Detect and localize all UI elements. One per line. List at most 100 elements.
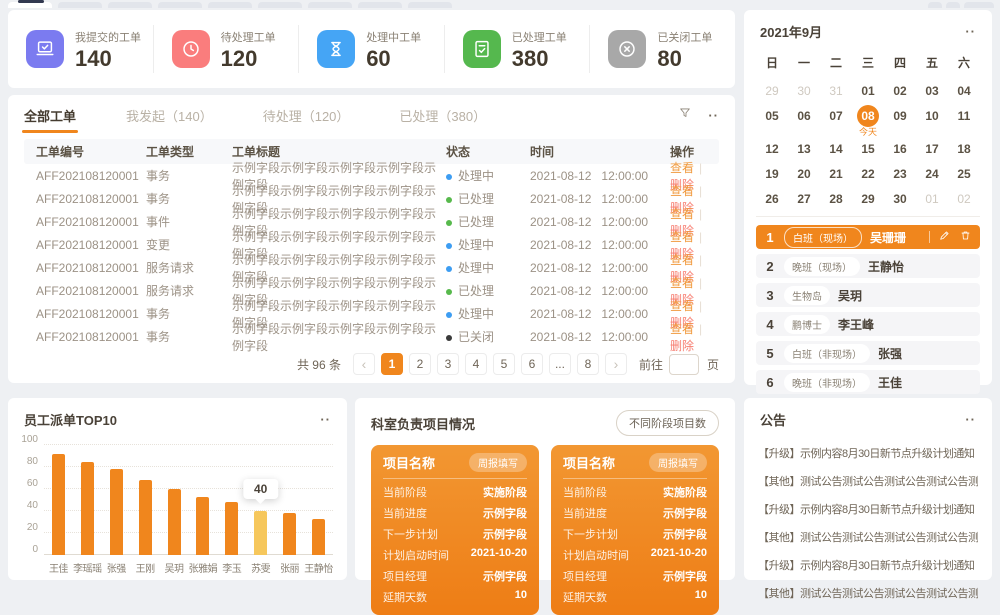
page-button-1[interactable]: 1 — [381, 353, 403, 375]
calendar-day[interactable]: 12 — [756, 137, 788, 162]
roster-row[interactable]: 4鹏博士李王峰 — [756, 312, 980, 336]
stat-card[interactable]: 待处理工单120 — [153, 25, 299, 73]
calendar-day[interactable]: 01 — [852, 79, 884, 104]
notice-item[interactable]: 【其他】测试公告测试公告测试公告测试公告测试公告 — [758, 529, 978, 545]
trash-icon[interactable] — [959, 229, 972, 245]
calendar-day[interactable]: 24 — [916, 162, 948, 187]
weekly-report-badge[interactable]: 周报填写 — [649, 453, 707, 472]
calendar-day[interactable]: 02 — [884, 79, 916, 104]
view-link[interactable]: 查看 — [670, 207, 694, 221]
filter-funnel-icon[interactable] — [678, 106, 692, 125]
calendar-day[interactable]: 23 — [884, 162, 916, 187]
page-button-3[interactable]: 3 — [437, 353, 459, 375]
calendar-day[interactable]: 26 — [756, 187, 788, 212]
roster-row[interactable]: 3生物岛吴玥 — [756, 283, 980, 307]
notice-item[interactable]: 【其他】测试公告测试公告测试公告测试公告测试公告 — [758, 473, 978, 489]
bar-王佳[interactable] — [52, 454, 65, 555]
calendar-day[interactable]: 14 — [820, 137, 852, 162]
calendar-day[interactable]: 03 — [916, 79, 948, 104]
view-link[interactable]: 查看 — [670, 322, 694, 336]
calendar-day[interactable]: 11 — [948, 104, 980, 137]
calendar-day[interactable]: 09 — [884, 104, 916, 137]
calendar-day[interactable]: 02 — [948, 187, 980, 212]
bar-王静怡[interactable] — [312, 519, 325, 555]
bar-苏雯[interactable] — [254, 511, 267, 555]
calendar-day[interactable]: 05 — [756, 104, 788, 137]
calendar-day[interactable]: 06 — [788, 104, 820, 137]
view-link[interactable]: 查看 — [670, 230, 694, 244]
project-card[interactable]: 项目名称周报填写当前阶段实施阶段当前进度示例字段下一步计划示例字段计划启动时间2… — [551, 445, 719, 615]
calendar-day[interactable]: 04 — [948, 79, 980, 104]
view-link[interactable]: 查看 — [670, 253, 694, 267]
bar-张雅娟[interactable] — [196, 497, 209, 555]
calendar-day-today[interactable]: 08今天 — [852, 104, 884, 137]
notice-item[interactable]: 【升级】示例内容8月30日新节点升级计划通知 — [758, 501, 978, 517]
stat-card[interactable]: 已关闭工单80 — [589, 25, 735, 73]
bar-张强[interactable] — [110, 469, 123, 555]
stat-card[interactable]: 已处理工单380 — [444, 25, 590, 73]
browser-tab[interactable] — [58, 2, 102, 8]
page-button-5[interactable]: 5 — [493, 353, 515, 375]
roster-row[interactable]: 1白班（现场）吴珊珊 — [756, 225, 980, 249]
prev-page-button[interactable]: ‹ — [353, 353, 375, 375]
calendar-day[interactable]: 21 — [820, 162, 852, 187]
table-row[interactable]: AFF202108120001事务示例字段示例字段示例字段示例字段示例字段已关闭… — [24, 325, 719, 348]
browser-tab[interactable] — [358, 2, 402, 8]
notice-item[interactable]: 【升级】示例内容8月30日新节点升级计划通知 — [758, 445, 978, 461]
calendar-day[interactable]: 17 — [916, 137, 948, 162]
roster-row[interactable]: 2晚班（现场）王静怡 — [756, 254, 980, 278]
notices-menu-icon[interactable]: ·· — [965, 413, 976, 426]
browser-tab[interactable] — [208, 2, 252, 8]
calendar-day[interactable]: 16 — [884, 137, 916, 162]
roster-row[interactable]: 5白班（非现场）张强 — [756, 341, 980, 365]
view-link[interactable]: 查看 — [670, 184, 694, 198]
roster-row[interactable]: 6晚班（非现场）王佳 — [756, 370, 980, 394]
weekly-report-badge[interactable]: 周报填写 — [469, 453, 527, 472]
table-menu-icon[interactable]: ·· — [708, 109, 719, 122]
calendar-day[interactable]: 20 — [788, 162, 820, 187]
bar-张丽[interactable] — [283, 513, 296, 555]
calendar-day[interactable]: 29 — [756, 79, 788, 104]
notice-item[interactable]: 【其他】测试公告测试公告测试公告测试公告测试公告 — [758, 585, 978, 601]
bar-李瑶瑶[interactable] — [81, 462, 94, 556]
calendar-day[interactable]: 19 — [756, 162, 788, 187]
page-button-4[interactable]: 4 — [465, 353, 487, 375]
browser-tab[interactable] — [158, 2, 202, 8]
browser-control[interactable] — [964, 2, 994, 8]
calendar-day[interactable]: 18 — [948, 137, 980, 162]
calendar-day[interactable]: 30 — [788, 79, 820, 104]
calendar-day[interactable]: 22 — [852, 162, 884, 187]
stage-count-button[interactable]: 不同阶段项目数 — [616, 410, 719, 436]
bar-王刚[interactable] — [139, 480, 152, 555]
delete-link[interactable]: 删除 — [670, 339, 694, 353]
bar-李玉[interactable] — [225, 502, 238, 555]
calendar-day[interactable]: 07 — [820, 104, 852, 137]
calendar-day[interactable]: 28 — [820, 187, 852, 212]
view-link[interactable]: 查看 — [670, 161, 694, 175]
tab-我发起（140）[interactable]: 我发起（140） — [126, 106, 213, 125]
calendar-day[interactable]: 27 — [788, 187, 820, 212]
browser-tab[interactable] — [258, 2, 302, 8]
browser-tab[interactable] — [408, 2, 452, 8]
chart-menu-icon[interactable]: ·· — [320, 413, 331, 426]
notice-item[interactable]: 【升级】示例内容8月30日新节点升级计划通知 — [758, 557, 978, 573]
calendar-day[interactable]: 29 — [852, 187, 884, 212]
tab-已处理（380）[interactable]: 已处理（380） — [399, 106, 486, 125]
edit-pencil-icon[interactable] — [938, 229, 951, 245]
page-button-...[interactable]: ... — [549, 353, 571, 375]
browser-control[interactable] — [946, 2, 960, 8]
page-button-2[interactable]: 2 — [409, 353, 431, 375]
page-button-8[interactable]: 8 — [577, 353, 599, 375]
calendar-day[interactable]: 10 — [916, 104, 948, 137]
browser-tab[interactable] — [108, 2, 152, 8]
view-link[interactable]: 查看 — [670, 299, 694, 313]
browser-tab[interactable] — [308, 2, 352, 8]
browser-control[interactable] — [928, 2, 942, 8]
project-card[interactable]: 项目名称周报填写当前阶段实施阶段当前进度示例字段下一步计划示例字段计划启动时间2… — [371, 445, 539, 615]
pagination-goto-input[interactable] — [669, 354, 699, 375]
calendar-day[interactable]: 25 — [948, 162, 980, 187]
calendar-day[interactable]: 13 — [788, 137, 820, 162]
calendar-day[interactable]: 15 — [852, 137, 884, 162]
calendar-day[interactable]: 31 — [820, 79, 852, 104]
stat-card[interactable]: 处理中工单60 — [298, 25, 444, 73]
